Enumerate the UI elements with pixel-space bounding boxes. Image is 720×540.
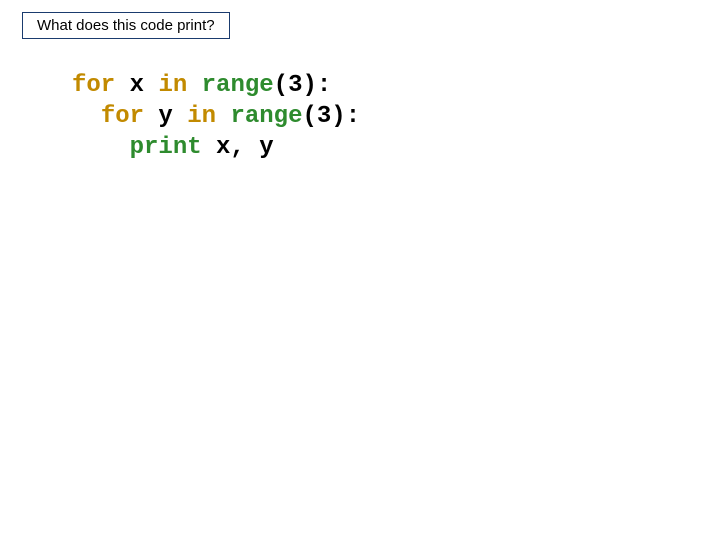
- code-text: x: [115, 72, 158, 99]
- builtin-range: range: [230, 103, 302, 130]
- code-block: for x in range(3): for y in range(3): pr…: [72, 70, 360, 164]
- code-text: x, y: [202, 134, 274, 161]
- title-box: What does this code print?: [22, 12, 230, 39]
- code-text: [216, 103, 230, 130]
- keyword-for: for: [101, 103, 144, 130]
- code-line-2: for y in range(3):: [72, 103, 360, 130]
- builtin-print: print: [130, 134, 202, 161]
- code-line-3: print x, y: [72, 134, 274, 161]
- title-text: What does this code print?: [37, 17, 215, 34]
- code-indent: [72, 103, 101, 130]
- code-line-1: for x in range(3):: [72, 72, 331, 99]
- code-text: (3):: [302, 103, 360, 130]
- keyword-in: in: [158, 72, 187, 99]
- code-indent: [72, 134, 130, 161]
- code-text: [187, 72, 201, 99]
- code-text: (3):: [274, 72, 332, 99]
- keyword-in: in: [187, 103, 216, 130]
- builtin-range: range: [202, 72, 274, 99]
- keyword-for: for: [72, 72, 115, 99]
- code-text: y: [144, 103, 187, 130]
- slide: What does this code print? for x in rang…: [0, 0, 720, 540]
